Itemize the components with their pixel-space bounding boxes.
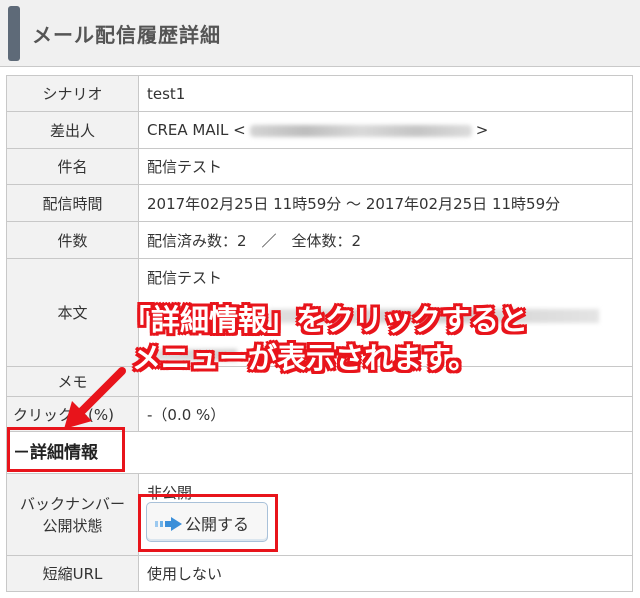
page-title: メール配信履歴詳細 — [32, 23, 221, 47]
subject-value: 配信テスト — [138, 148, 633, 185]
short-url-label: 短縮URL — [6, 555, 139, 592]
publish-button-highlight — [138, 494, 278, 552]
count-value: 配信済み数：2 ／ 全体数：2 — [138, 221, 633, 259]
red-arrow-icon — [64, 367, 126, 429]
click-rate-value: -（0.0 %） — [138, 396, 633, 432]
sender-label: 差出人 — [6, 111, 139, 149]
sent-time-value: 2017年02月25日 11時59分 〜 2017年02月25日 11時59分 — [138, 184, 633, 222]
table-row: バックナンバー 公開状態 非公開 — [6, 473, 633, 556]
page-header: メール配信履歴詳細 — [0, 0, 640, 67]
redacted-email — [249, 124, 472, 137]
backnumber-label-line1: バックナンバー — [19, 494, 125, 513]
table-row: シナリオ test1 — [6, 75, 633, 112]
body-label: 本文 — [6, 258, 139, 367]
annotation-line-2: メニューが表示されます。 — [132, 341, 478, 375]
count-label: 件数 — [6, 221, 139, 259]
table-row: 差出人 CREA MAIL < > — [6, 111, 633, 149]
sender-name: CREA MAIL < — [147, 121, 246, 139]
annotation-line-1: 「詳細情報」をクリックすると — [122, 303, 529, 337]
short-url-value: 使用しない — [138, 555, 633, 592]
body-value: 配信テスト — [147, 269, 223, 287]
table-row: 配信時間 2017年02月25日 11時59分 〜 2017年02月25日 11… — [6, 184, 633, 222]
scenario-label: シナリオ — [6, 75, 139, 112]
backnumber-label-line2: 公開状態 — [42, 516, 103, 535]
scenario-value: test1 — [138, 75, 633, 112]
subject-label: 件名 — [6, 148, 139, 185]
sent-time-label: 配信時間 — [6, 184, 139, 222]
table-row: 件名 配信テスト — [6, 148, 633, 185]
sender-value: CREA MAIL < > — [138, 111, 633, 149]
sender-close: > — [475, 121, 489, 139]
table-row: 件数 配信済み数：2 ／ 全体数：2 — [6, 221, 633, 259]
backnumber-label: バックナンバー 公開状態 — [6, 473, 139, 556]
header-accent-bar — [8, 6, 20, 61]
table-row: 短縮URL 使用しない — [6, 555, 633, 592]
